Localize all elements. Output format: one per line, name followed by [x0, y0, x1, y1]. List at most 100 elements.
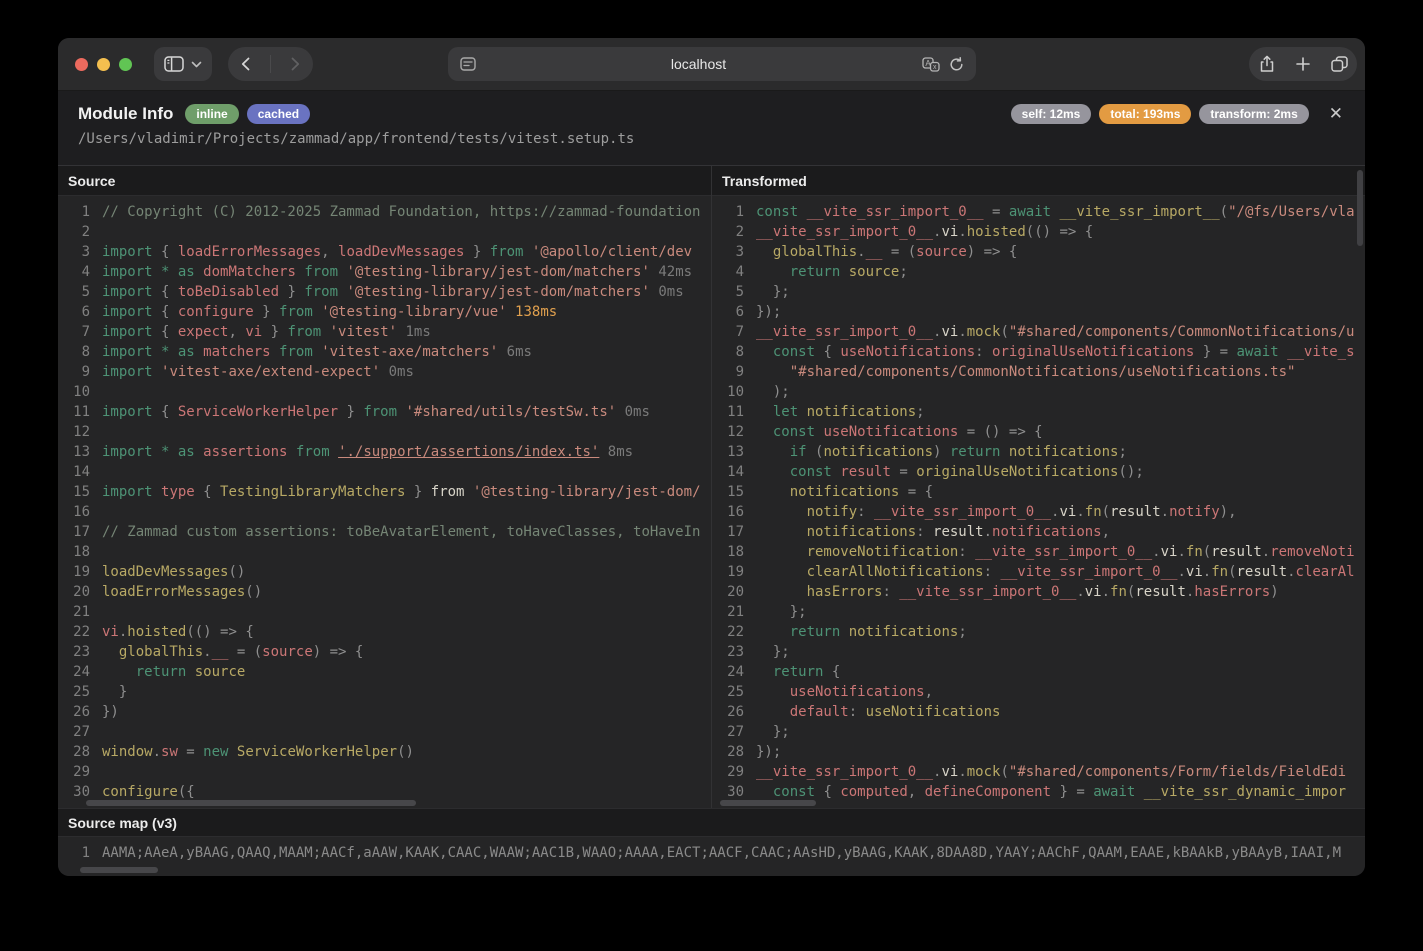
new-tab-button[interactable]	[1285, 47, 1321, 81]
url-text: localhost	[670, 56, 727, 72]
code-line: 7 __vite_ssr_import_0__.vi.mock("#shared/…	[712, 322, 1365, 342]
minimize-window-button[interactable]	[97, 57, 110, 71]
transformed-horizontal-scrollbar[interactable]	[720, 800, 816, 806]
line-number: 5	[735, 284, 744, 300]
code-line: 22 return notifications;	[712, 622, 1365, 642]
code-line: 9 import 'vitest-axe/extend-expect' 0ms	[58, 362, 711, 382]
sourcemap-code[interactable]: 1 AAMA;AAeA,yBAAG,QAAQ,MAAM;AACf,aAAW,KAA…	[58, 837, 1365, 876]
code-line: 25 }	[58, 682, 711, 702]
sidebar-icon	[164, 56, 184, 72]
line-number: 3	[735, 244, 744, 260]
close-icon[interactable]: ✕	[1327, 104, 1345, 124]
code-line: 29 __vite_ssr_import_0__.vi.mock("#shared…	[712, 762, 1365, 782]
line-number: 19	[727, 564, 744, 580]
code-line: 30 configure({	[58, 782, 711, 802]
transformed-code[interactable]: 1 const __vite_ssr_import_0__ = await __v…	[712, 196, 1365, 808]
status-badge: inline	[185, 104, 239, 124]
line-number: 27	[73, 724, 90, 740]
forward-button[interactable]	[278, 47, 313, 81]
code-line: 3 import { loadErrorMessages, loadDevMess…	[58, 242, 711, 262]
transformed-vertical-scrollbar[interactable]	[1357, 170, 1363, 246]
code-line: 2	[58, 222, 711, 242]
timing-badge: transform: 2ms	[1199, 104, 1309, 124]
code-line: 12 const useNotifications = () => {	[712, 422, 1365, 442]
line-number: 25	[73, 684, 90, 700]
code-line: 22 vi.hoisted(() => {	[58, 622, 711, 642]
code-line: 18 removeNotification: __vite_ssr_import…	[712, 542, 1365, 562]
code-line: 27	[58, 722, 711, 742]
line-number: 3	[81, 244, 90, 260]
code-line: 5 };	[712, 282, 1365, 302]
module-badges: inline cached	[185, 104, 311, 124]
chevron-down-icon	[191, 61, 202, 68]
code-line: 1// Copyright (C) 2012-2025 Zammad Found…	[58, 202, 711, 222]
browser-window: localhost Ax Module Info inline cached s…	[58, 38, 1365, 876]
code-panels: Source 1// Copyright (C) 2012-2025 Zamma…	[58, 166, 1365, 808]
code-line: 26})	[58, 702, 711, 722]
share-button[interactable]	[1249, 47, 1285, 81]
line-number: 21	[727, 604, 744, 620]
line-number: 2	[735, 224, 744, 240]
line-number: 8	[81, 344, 90, 360]
code-line: 20 hasErrors: __vite_ssr_import_0__.vi.f…	[712, 582, 1365, 602]
back-button[interactable]	[228, 47, 263, 81]
reload-icon[interactable]	[949, 56, 964, 72]
timing-badge: total: 193ms	[1099, 104, 1192, 124]
sidebar-toggle-button[interactable]	[154, 47, 212, 81]
status-badge: cached	[246, 104, 311, 124]
line-number: 1	[735, 204, 744, 220]
code-line: 27 };	[712, 722, 1365, 742]
line-number: 4	[81, 264, 90, 280]
zoom-window-button[interactable]	[119, 57, 132, 71]
line-number: 16	[73, 504, 90, 520]
code-line: 2 __vite_ssr_import_0__.vi.hoisted(() => …	[712, 222, 1365, 242]
line-number: 19	[73, 564, 90, 580]
code-line: 24 return {	[712, 662, 1365, 682]
line-number: 7	[735, 324, 744, 340]
line-number: 9	[735, 364, 744, 380]
line-number: 26	[727, 704, 744, 720]
line-number: 14	[73, 464, 90, 480]
transformed-panel: Transformed 1 const __vite_ssr_import_0__…	[711, 166, 1365, 808]
line-number: 29	[73, 764, 90, 780]
sourcemap-horizontal-scrollbar[interactable]	[80, 867, 158, 873]
divider	[270, 55, 271, 73]
line-number: 30	[73, 784, 90, 800]
traffic-lights	[58, 57, 132, 71]
code-line: 4 import * as domMatchers from '@testing-…	[58, 262, 711, 282]
source-horizontal-scrollbar[interactable]	[86, 800, 416, 806]
close-window-button[interactable]	[75, 57, 88, 71]
tabs-overview-button[interactable]	[1321, 47, 1357, 81]
code-line: 5 import { toBeDisabled } from '@testing-…	[58, 282, 711, 302]
reader-icon[interactable]	[448, 57, 476, 71]
code-line: 30 const { computed, defineComponent } =…	[712, 782, 1365, 802]
line-number: 15	[73, 484, 90, 500]
code-line: 7 import { expect, vi } from 'vitest' 1ms	[58, 322, 711, 342]
line-number: 10	[727, 384, 744, 400]
code-line: 10 );	[712, 382, 1365, 402]
line-number: 20	[727, 584, 744, 600]
line-number: 28	[73, 744, 90, 760]
code-line: 29	[58, 762, 711, 782]
line-number: 14	[727, 464, 744, 480]
translate-icon[interactable]: Ax	[921, 56, 940, 72]
source-code[interactable]: 1// Copyright (C) 2012-2025 Zammad Found…	[58, 196, 711, 808]
line-number: 22	[73, 624, 90, 640]
line-number: 18	[727, 544, 744, 560]
line-number: 23	[727, 644, 744, 660]
address-bar[interactable]: localhost Ax	[447, 47, 976, 81]
code-line: 8 import * as matchers from 'vitest-axe/m…	[58, 342, 711, 362]
line-number: 12	[727, 424, 744, 440]
code-line: 28 window.sw = new ServiceWorkerHelper()	[58, 742, 711, 762]
line-number: 12	[73, 424, 90, 440]
line-number: 13	[73, 444, 90, 460]
line-number: 18	[73, 544, 90, 560]
code-line: 13 import * as assertions from './support…	[58, 442, 711, 462]
module-link[interactable]: './support/assertions/index.ts'	[338, 444, 599, 460]
code-line: 6});	[712, 302, 1365, 322]
code-line: 24 return source	[58, 662, 711, 682]
line-number: 24	[73, 664, 90, 680]
line-number: 16	[727, 504, 744, 520]
code-line: 17 notifications: result.notifications,	[712, 522, 1365, 542]
line-number: 1	[81, 204, 90, 220]
